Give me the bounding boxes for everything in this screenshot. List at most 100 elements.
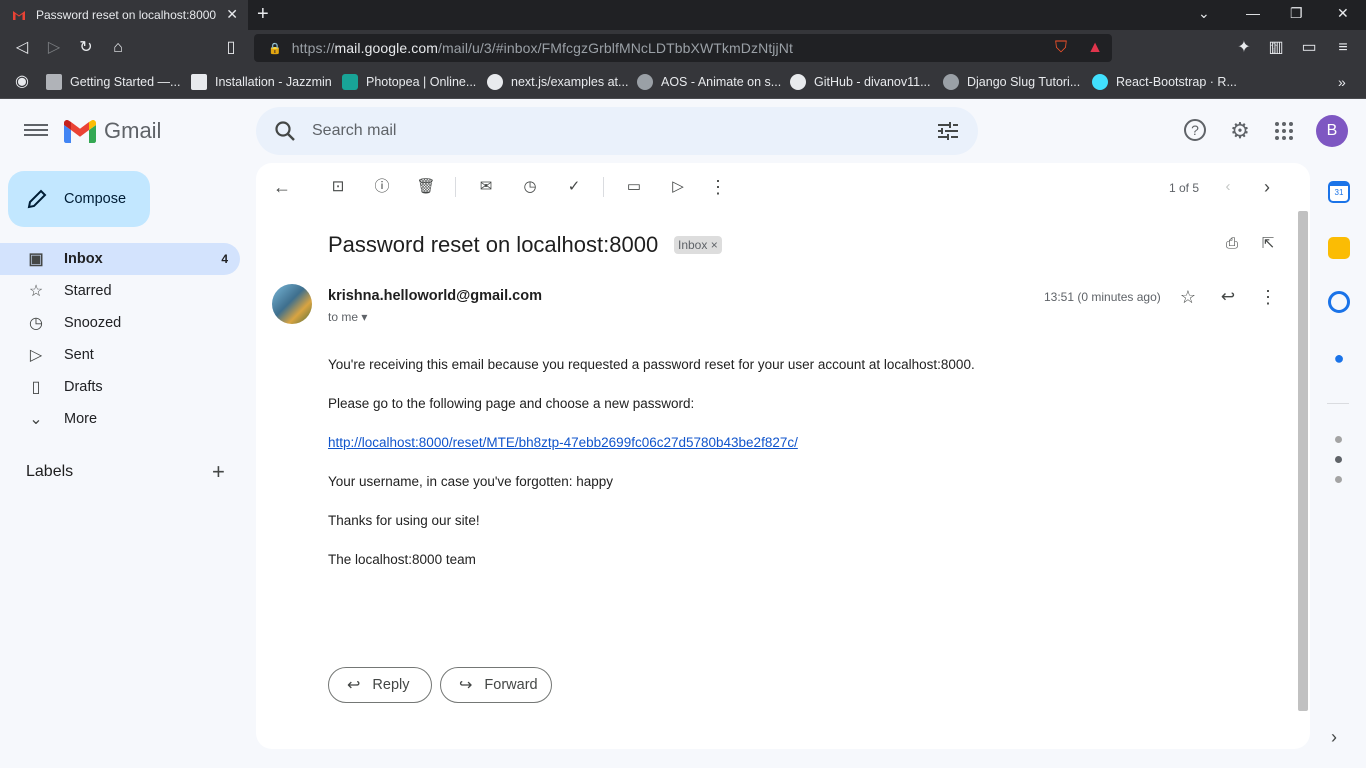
expand-side-panel-icon[interactable]: › [1331,727,1337,748]
sidebar-item-starred[interactable]: ☆ Starred [0,275,240,307]
side-divider [1327,403,1349,404]
reply-icon: ↩ [347,677,361,694]
draft-file-icon: ▯ [31,379,41,396]
addon-dot[interactable] [1335,456,1342,463]
add-to-tasks-icon[interactable]: ✓ [562,175,586,199]
snooze-icon[interactable]: ◷ [518,175,542,199]
print-icon[interactable]: ⎙ [1220,232,1244,256]
contacts-icon[interactable]: ● [1328,347,1350,369]
search-options-icon[interactable] [938,122,958,140]
back-icon[interactable]: ◁ [11,37,33,59]
brave-rewards-icon[interactable]: ▲ [1084,37,1106,59]
browser-tab[interactable]: Password reset on localhost:8000 ✕ [0,0,248,30]
addon-dot[interactable] [1335,476,1342,483]
bookmark-item[interactable]: React-Bootstrap · R... [1092,72,1237,92]
older-chevron-icon[interactable]: › [1255,175,1279,199]
extensions-icon[interactable]: ✦ [1233,37,1255,59]
search-icon[interactable] [274,120,296,142]
message-more-icon[interactable]: ⋮ [1256,285,1280,309]
body-line: You're receiving this email because you … [328,357,975,372]
window-close-icon[interactable]: ✕ [1337,5,1349,22]
search-input[interactable]: Search mail [312,122,396,140]
remove-label-icon[interactable]: × [711,238,718,252]
brave-shield-icon[interactable]: ⛉ [1050,37,1072,59]
send-icon: ▷ [29,347,43,364]
archive-icon[interactable]: ⊡ [326,175,350,199]
bookmark-item[interactable]: Getting Started —... [46,72,180,92]
sidebar-item-more[interactable]: ⌄ More [0,403,240,435]
keep-icon[interactable] [1328,237,1350,259]
account-avatar[interactable]: B [1316,115,1348,147]
sidebar-item-snoozed[interactable]: ◷ Snoozed [0,307,240,339]
bookmark-item[interactable]: next.js/examples at... [487,72,628,92]
tasks-icon[interactable] [1328,291,1350,313]
bookmark-item[interactable]: Photopea | Online... [342,72,476,92]
star-icon[interactable]: ☆ [1176,285,1200,309]
sidebar-item-drafts[interactable]: ▯ Drafts [0,371,240,403]
sender-email[interactable]: krishna.helloworld@gmail.com [328,288,542,304]
forward-icon[interactable]: ▷ [43,37,65,59]
apps-grid-icon[interactable] [1274,121,1294,141]
home-icon[interactable]: ⌂ [107,37,129,59]
gmail-m-icon [64,119,96,143]
tab-search-icon[interactable]: ⌄ [1198,5,1210,22]
restore-icon[interactable]: ❐ [1290,5,1303,22]
new-tab-icon[interactable]: + [257,3,269,26]
reset-link[interactable]: http://localhost:8000/reset/MTE/bh8ztp-4… [328,435,798,450]
address-bar[interactable]: 🔒 https://mail.google.com/mail/u/3/#inbo… [254,34,1280,62]
open-new-window-icon[interactable]: ⇱ [1256,232,1280,256]
recipient-toggle[interactable]: to me ▾ [328,310,367,324]
sidebar-icon[interactable]: ▥ [1265,37,1287,59]
report-spam-icon[interactable]: ⓘ [370,175,394,199]
compose-button[interactable]: Compose [8,171,150,227]
browser-menu-icon[interactable]: ≡ [1332,37,1354,59]
back-to-inbox-icon[interactable]: ← [270,175,294,199]
reply-button[interactable]: ↩ Reply [328,667,432,703]
chevron-down-icon[interactable]: ▾ [361,310,367,324]
mark-unread-icon[interactable]: ✉ [474,175,498,199]
sender-avatar[interactable] [272,284,312,324]
sidebar-item-label: Sent [64,347,94,363]
search-bar[interactable]: Search mail [256,107,978,155]
more-bookmarks-icon[interactable]: » [1338,72,1346,92]
bookmark-icon[interactable]: ▯ [220,37,242,59]
addon-dot[interactable] [1335,436,1342,443]
body-line: The localhost:8000 team [328,552,476,567]
pager-count: 1 of 5 [1169,181,1200,195]
minimize-icon[interactable]: — [1246,5,1260,21]
reload-icon[interactable]: ↻ [75,37,97,59]
calendar-icon[interactable]: 31 [1328,181,1350,203]
tab-close-icon[interactable]: ✕ [226,6,238,23]
more-options-icon[interactable]: ⋮ [706,175,730,199]
react-icon [1092,74,1108,90]
gmail-favicon-icon [13,11,25,20]
newer-chevron-icon[interactable]: ‹ [1216,175,1240,199]
move-to-icon[interactable]: ▭ [622,175,646,199]
gmail-logo[interactable]: Gmail [64,118,161,144]
bookmark-item[interactable]: Django Slug Tutori... [943,72,1080,92]
brave-bookmark-icon[interactable]: ◉ [11,71,33,93]
bookmarks-bar: ◉ Getting Started —... Installation - Ja… [0,66,1366,99]
inbox-label-chip[interactable]: Inbox × [674,236,722,254]
bookmark-item[interactable]: Installation - Jazzmin [191,72,332,92]
chevron-down-icon: ⌄ [29,411,43,428]
sidebar-item-label: Starred [64,283,112,299]
delete-icon[interactable]: 🗑 [414,175,438,199]
sidebar-item-inbox[interactable]: ▣ Inbox 4 [0,243,240,275]
settings-gear-icon[interactable]: ⚙ [1228,119,1252,143]
label-icon[interactable]: ▷ [666,175,690,199]
wallet-icon[interactable]: ▭ [1298,37,1320,59]
help-icon[interactable]: ? [1184,119,1206,141]
bookmark-item[interactable]: AOS - Animate on s... [637,72,781,92]
sidebar-item-sent[interactable]: ▷ Sent [0,339,240,371]
sidebar-item-label: Snoozed [64,315,122,331]
sidebar-item-label: Drafts [64,379,103,395]
forward-button[interactable]: ↪ Forward [440,667,552,703]
reply-icon[interactable]: ↩ [1216,285,1240,309]
bookmark-item[interactable]: GitHub - divanov11... [790,72,931,92]
globe-icon [943,74,959,90]
scrollbar[interactable] [1298,211,1308,711]
compose-label: Compose [64,191,127,207]
add-label-icon[interactable]: + [212,459,225,485]
main-menu-icon[interactable] [24,121,48,141]
